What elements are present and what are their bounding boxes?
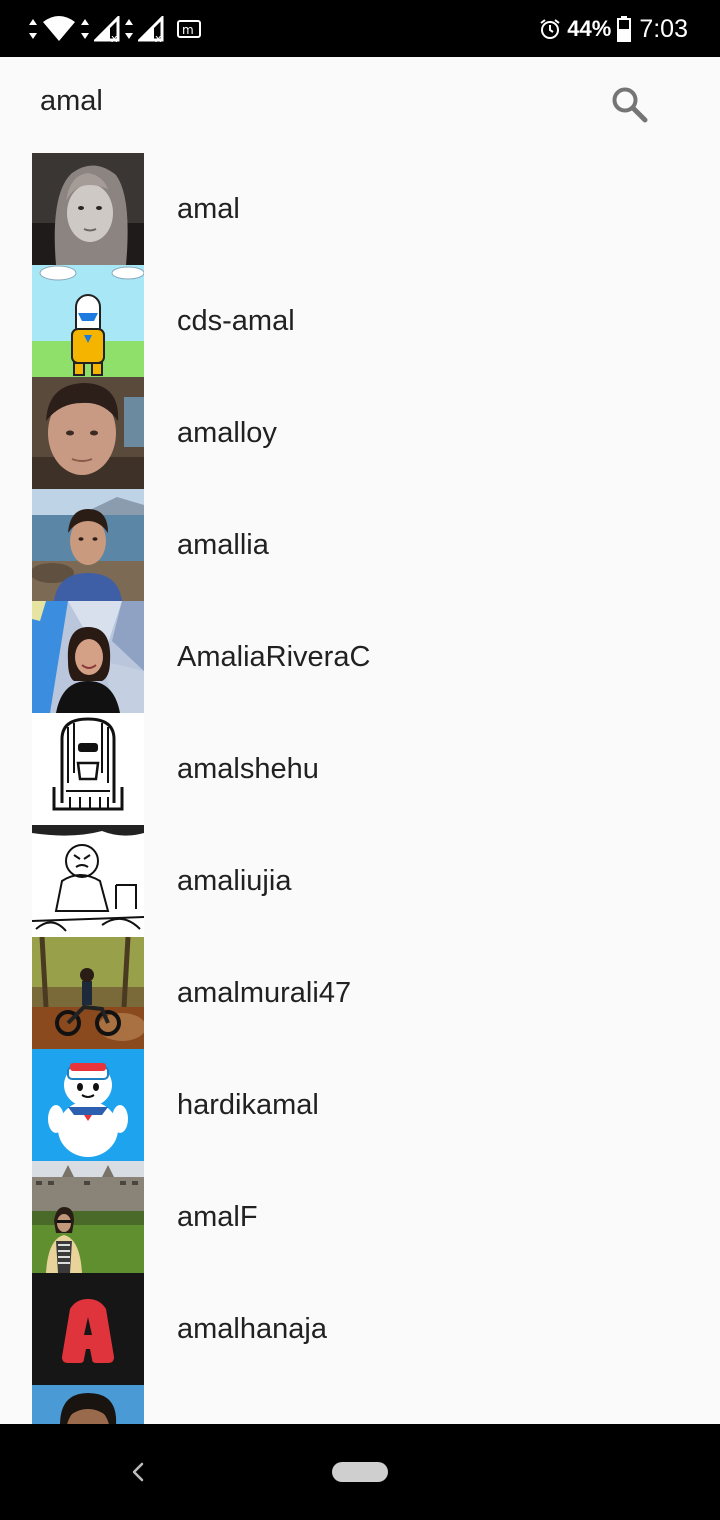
user-avatar-image (32, 265, 144, 377)
username: amalhanaja (177, 1313, 327, 1345)
avatar (32, 1049, 144, 1161)
user-avatar-image (32, 377, 144, 489)
status-bar: x x m 44% 7:03 (0, 0, 720, 57)
avatar (32, 153, 144, 265)
wifi-icon (43, 16, 75, 41)
battery-icon (617, 16, 632, 42)
search-bar (0, 57, 720, 153)
avatar (32, 489, 144, 601)
avatar (32, 825, 144, 937)
username: hardikamal (177, 1089, 319, 1121)
user-avatar-image (32, 1161, 144, 1273)
avatar (32, 601, 144, 713)
signal-icon: x (138, 16, 164, 42)
home-pill-icon[interactable] (332, 1462, 388, 1482)
search-input[interactable] (36, 75, 560, 127)
username: amalmurali47 (177, 977, 352, 1009)
result-row[interactable]: amalmurali47 (0, 937, 720, 1049)
avatar (32, 1161, 144, 1273)
back-icon (132, 1462, 144, 1482)
user-avatar-image (32, 601, 144, 713)
result-row[interactable]: amalloy (0, 377, 720, 489)
signal-icon: x (94, 16, 120, 42)
result-row[interactable]: amalhanaja (0, 1273, 720, 1385)
username: amalF (177, 1201, 258, 1233)
alarm-icon (540, 19, 560, 39)
result-row[interactable]: amalF (0, 1161, 720, 1273)
clock: 7:03 (639, 14, 688, 43)
battery-percent: 44% (567, 16, 612, 41)
svg-text:x: x (111, 32, 118, 42)
avatar (32, 713, 144, 825)
status-icons-right: 44% 7:03 (539, 14, 688, 44)
data-arrows-icon (29, 19, 37, 39)
avatar (32, 937, 144, 1049)
result-row[interactable]: amaliujia (0, 825, 720, 937)
username: amalshehu (177, 753, 319, 785)
user-avatar-image (32, 825, 144, 937)
username: amalloy (177, 417, 277, 449)
user-avatar-image (32, 489, 144, 601)
user-avatar-image (32, 1049, 144, 1161)
result-row[interactable]: amal (0, 153, 720, 265)
user-avatar-image (32, 1273, 144, 1385)
result-row[interactable]: amallia (0, 489, 720, 601)
username: AmaliaRiveraC (177, 641, 371, 673)
result-row[interactable]: AmaliaRiveraC (0, 601, 720, 713)
username: cds-amal (177, 305, 295, 337)
user-avatar-image (32, 713, 144, 825)
status-icons-left: x x m (28, 14, 204, 44)
result-list[interactable]: amal cds-amal amalloy amallia AmaliaRive… (0, 153, 720, 1424)
search-button[interactable] (604, 79, 656, 131)
notification-icon: m (177, 20, 201, 38)
user-avatar-image (32, 937, 144, 1049)
username: amallia (177, 529, 269, 561)
data-arrows-icon (125, 19, 133, 39)
result-row[interactable]: hardikamal (0, 1049, 720, 1161)
avatar (32, 377, 144, 489)
navigation-bar (0, 1424, 720, 1520)
username: amaliujia (177, 865, 292, 897)
search-icon (612, 87, 648, 123)
avatar (32, 1273, 144, 1385)
username: amal (177, 193, 240, 225)
app-screen: x x m 44% 7:03 amal amal cds-amal amallo… (0, 0, 720, 1520)
svg-text:x: x (155, 32, 162, 42)
svg-text:m: m (182, 23, 194, 37)
result-row[interactable] (0, 1385, 720, 1424)
data-arrows-icon (81, 19, 89, 39)
back-button[interactable] (118, 1452, 158, 1492)
result-row[interactable]: amalshehu (0, 713, 720, 825)
avatar (32, 1385, 144, 1424)
avatar (32, 265, 144, 377)
result-row[interactable]: cds-amal (0, 265, 720, 377)
user-avatar-image (32, 1385, 144, 1424)
user-avatar-image (32, 153, 144, 265)
